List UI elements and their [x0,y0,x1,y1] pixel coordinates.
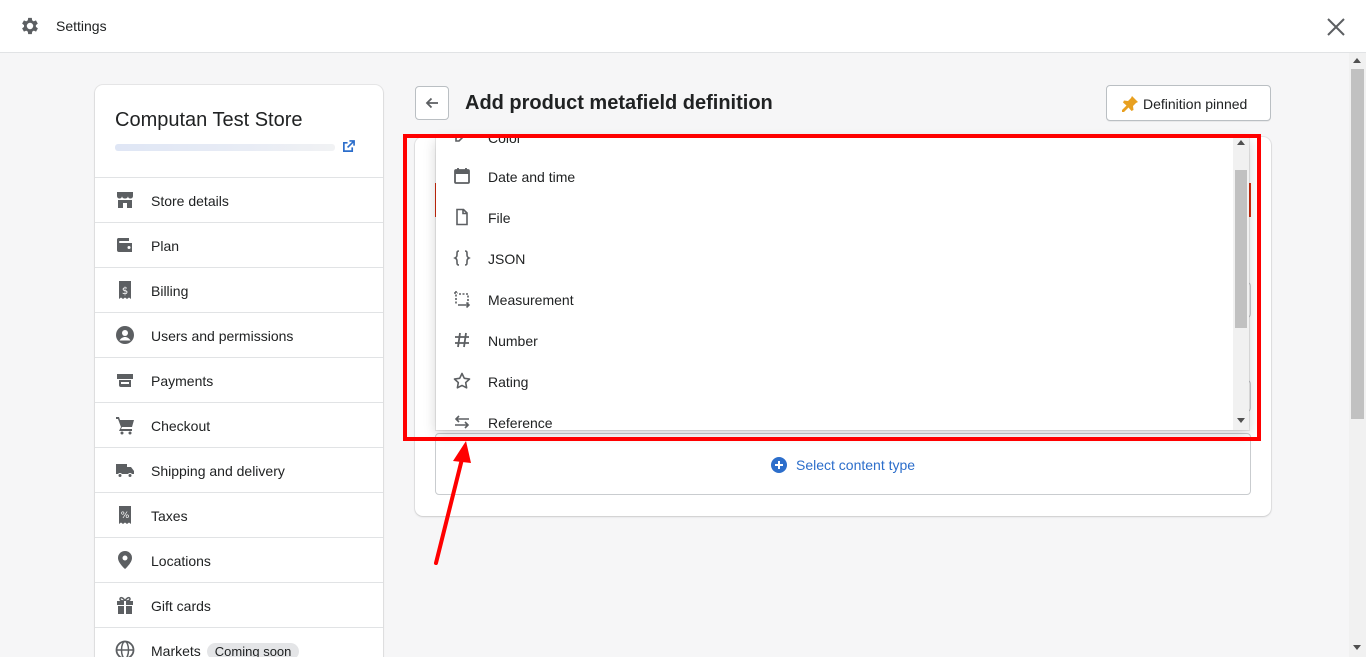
page-scrollbar[interactable] [1349,53,1366,657]
external-link-icon[interactable] [342,140,355,153]
store-url-redacted [115,144,335,151]
top-bar: Settings [0,0,1366,53]
sidebar-item-billing[interactable]: $ Billing [95,267,383,312]
store-name: Computan Test Store [115,109,303,131]
scroll-up-arrow-icon[interactable] [1353,58,1361,63]
svg-text:$: $ [122,286,128,297]
cart-icon [116,417,134,435]
sidebar-item-users-and-permissions[interactable]: Users and permissions [95,312,383,357]
arrow-left-icon [425,97,438,109]
close-icon[interactable] [1325,16,1347,38]
sidebar-item-taxes[interactable]: % Taxes [95,492,383,537]
page-title: Add product metafield definition [465,92,773,114]
sidebar-item-locations[interactable]: Locations [95,537,383,582]
sidebar-item-shipping-and-delivery[interactable]: Shipping and delivery [95,447,383,492]
location-icon [118,551,132,569]
truck-icon [116,464,134,478]
back-button[interactable] [415,86,449,120]
scrollbar-thumb[interactable] [1351,69,1364,419]
globe-icon [115,640,135,657]
annotation-arrow-icon [434,441,471,565]
sidebar-item-label: Markets [151,643,201,657]
pin-button-label: Definition pinned [1143,96,1248,112]
sidebar-item-payments[interactable]: Payments [95,357,383,402]
pin-icon [1122,96,1138,112]
sidebar-item-checkout[interactable]: Checkout [95,402,383,447]
window-title: Settings [56,18,107,34]
plus-circle-icon [771,457,787,473]
gear-icon [22,17,38,35]
tax-icon: % [119,506,131,524]
sidebar-item-store-details[interactable]: Store details [95,177,383,222]
svg-text:%: % [121,511,130,521]
receipt-icon: $ [119,281,131,299]
select-content-type-button[interactable]: Select content type [435,433,1251,495]
wallet-icon [116,238,132,252]
coming-soon-badge: Coming soon [206,643,300,657]
sidebar-item-gift-cards[interactable]: Gift cards [95,582,383,627]
settings-nav: Store details Plan $ Billing Users and p… [95,177,383,657]
annotation-highlight-box [403,134,1261,441]
payments-icon [117,374,133,387]
scroll-down-arrow-icon[interactable] [1353,645,1361,650]
gift-icon [117,596,133,614]
sidebar-item-markets[interactable]: Markets Coming soon [95,627,383,657]
definition-pinned-button[interactable]: Definition pinned [1106,85,1271,121]
sidebar-item-plan[interactable]: Plan [95,222,383,267]
settings-sidebar: Computan Test Store Store details Plan $… [95,85,383,657]
user-icon [116,326,134,344]
select-content-type-label: Select content type [796,457,916,473]
store-icon [117,192,133,208]
